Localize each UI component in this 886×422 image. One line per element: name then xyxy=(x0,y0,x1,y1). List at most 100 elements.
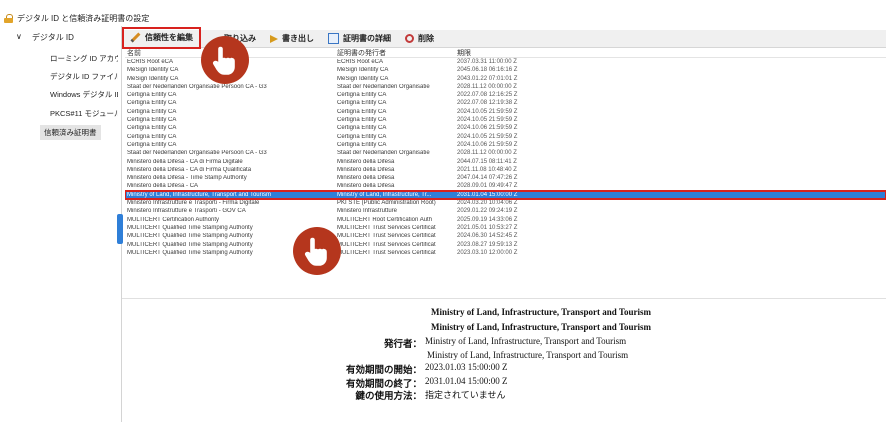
sidebar-item-windows-digital-id[interactable]: Windows デジタル ID xyxy=(50,89,118,100)
cell-issuer: MULTICERT Trust Services Certificat xyxy=(337,249,436,256)
edit-trust-button[interactable]: 信頼性を編集 xyxy=(122,26,201,49)
table-row[interactable]: Certigna Entity CA Certigna Entity CA 2024… xyxy=(125,124,886,132)
table-row[interactable]: Certigna Entity CA Certigna Entity CA 2022… xyxy=(125,91,886,99)
column-header-expiry[interactable]: 期限 xyxy=(455,48,575,57)
cell-name: MULTICERT Certification Authority xyxy=(127,216,220,223)
cell-name: Ministero della Difesa - CA xyxy=(127,183,199,190)
table-row[interactable]: MULTICERT Qualified Time Stamping Author… xyxy=(125,224,886,232)
window-title-bar: デジタル ID と信頼済み証明書の設定 xyxy=(4,10,884,26)
cell-expiry: 2047.04.14 07:47:26 Z xyxy=(457,175,518,182)
certificate-details-label: 証明書の詳細 xyxy=(343,34,391,43)
detail-valid-to: 2031.01.04 15:00:00 Z xyxy=(425,376,508,386)
cell-issuer: MULTICERT Root Certification Auth xyxy=(337,216,433,223)
table-row[interactable]: MULTICERT Certification Authority MULTICE… xyxy=(125,216,886,224)
table-row[interactable]: Ministero della Difesa - Time Stamp Auth… xyxy=(125,174,886,182)
table-row[interactable]: Certigna Entity CA Certigna Entity CA 2024… xyxy=(125,141,886,149)
chevron-down-icon[interactable]: ∨ xyxy=(16,32,22,43)
table-row[interactable]: Ministero della Difesa - CA di Firma Dig… xyxy=(125,158,886,166)
certificate-detail-pane: Ministry of Land, Infrastructure, Transp… xyxy=(122,298,886,422)
cell-issuer: Ministero della Difesa xyxy=(337,183,395,190)
export-button[interactable]: 書き出し xyxy=(263,30,321,48)
cell-expiry: 2024.10.05 21:59:59 Z xyxy=(457,108,518,115)
cell-expiry: 2022.07.08 12:19:38 Z xyxy=(457,100,518,107)
pointer-hand-icon xyxy=(293,227,341,275)
delete-label: 削除 xyxy=(418,34,434,43)
table-body: ECRIS Root eCA ECRIS Root eCA 2037.03.31 1… xyxy=(125,58,886,257)
cell-issuer: PKI STE (Public Administration Root) xyxy=(337,200,436,207)
cell-expiry: 2021.11.08 10:48:40 Z xyxy=(457,166,517,173)
cell-expiry: 2022.07.08 12:16:25 Z xyxy=(457,92,518,99)
sidebar-item-digital-id[interactable]: ∨ デジタル ID xyxy=(16,32,74,43)
sidebar-item-trusted-certificates[interactable]: 信頼済み証明書 xyxy=(40,125,101,140)
cell-issuer: MULTICERT Trust Services Certificat xyxy=(337,224,436,231)
cell-issuer: Ministero Infrastrutture xyxy=(337,208,398,215)
cell-name: Ministero della Difesa - CA di Firma Dig… xyxy=(127,158,243,165)
sidebar-item-pkcs11[interactable]: PKCS#11 モジュールおよ xyxy=(50,108,118,119)
cell-issuer: Certigna Entity CA xyxy=(337,100,387,107)
table-row[interactable]: Certigna Entity CA Certigna Entity CA 2022… xyxy=(125,99,886,107)
cell-expiry: 2024.10.05 21:59:59 Z xyxy=(457,117,518,124)
cell-name: Ministry of Land, Infrastructure, Transp… xyxy=(127,191,271,198)
cell-issuer: Ministero della Difesa xyxy=(337,175,395,182)
cell-expiry: 2024.10.05 21:59:59 Z xyxy=(457,133,518,140)
sidebar: ∨ デジタル ID ローミング ID アカウン デジタル ID ファイル Win… xyxy=(0,26,122,422)
cell-expiry: 2028.11.12 00:00:00 Z xyxy=(457,83,517,90)
cell-expiry: 2028.09.01 09:49:47 Z xyxy=(457,183,518,190)
cell-issuer: Staat der Nederlanden Organisatie xyxy=(337,83,430,90)
detail-issuer-line1: Ministry of Land, Infrastructure, Transp… xyxy=(425,336,627,346)
cell-issuer: ECRIS Root eCA xyxy=(337,59,384,65)
table-row[interactable]: Certigna Entity CA Certigna Entity CA 2024… xyxy=(125,133,886,141)
edit-trust-label: 信頼性を編集 xyxy=(145,33,193,42)
table-row[interactable]: Ministero della Difesa - CA Ministero del… xyxy=(125,182,886,190)
detail-name-line1: Ministry of Land, Infrastructure, Transp… xyxy=(431,307,652,317)
cell-issuer: Ministero della Difesa xyxy=(337,166,395,173)
cell-expiry: 2031.01.04 15:00:00 Z xyxy=(457,191,518,198)
table-row[interactable]: Ministero della Difesa - CA di Firma Qua… xyxy=(125,166,886,174)
cell-issuer: Staat der Nederlanden Organisatie xyxy=(337,150,430,157)
table-row[interactable]: Staat der Nederlanden Organisatie Persoo… xyxy=(125,149,886,157)
delete-icon xyxy=(405,34,414,43)
table-row[interactable]: Ministry of Land, Infrastructure, Transp… xyxy=(125,189,886,201)
cell-expiry: 2023.08.27 19:59:13 Z xyxy=(457,241,518,248)
detail-valid-from: 2023.01.03 15:00:00 Z xyxy=(425,362,508,372)
table-row[interactable]: Certigna Entity CA Certigna Entity CA 2024… xyxy=(125,108,886,116)
column-header-issuer[interactable]: 証明書の発行者 xyxy=(335,48,455,57)
table-row[interactable]: MULTICERT Qualified Time Stamping Author… xyxy=(125,249,886,257)
sidebar-item-label: デジタル ID xyxy=(31,33,74,42)
cell-issuer: Ministry of Land, Infrastructure, Tr... xyxy=(337,191,432,198)
lock-icon xyxy=(4,13,13,23)
cell-expiry: 2024.06.30 14:52:45 Z xyxy=(457,233,518,240)
cell-issuer: MeSign Identity CA xyxy=(337,75,389,82)
cell-name: Staat der Nederlanden Organisatie Persoo… xyxy=(127,83,267,90)
detail-issuer-line2: Ministry of Land, Infrastructure, Transp… xyxy=(427,350,629,360)
cell-issuer: Certigna Entity CA xyxy=(337,108,387,115)
cell-issuer: MULTICERT Trust Services Certificat xyxy=(337,241,436,248)
cell-issuer: Certigna Entity CA xyxy=(337,133,387,140)
cell-expiry: 2045.06.18 06:16:16 Z xyxy=(457,67,518,74)
cell-name: Ministero della Difesa - Time Stamp Auth… xyxy=(127,175,247,182)
cell-expiry: 2037.03.31 11:00:00 Z xyxy=(457,59,517,65)
delete-button[interactable]: 削除 xyxy=(398,30,441,48)
cell-expiry: 2028.11.12 00:00:00 Z xyxy=(457,150,517,157)
sidebar-item-digital-id-file[interactable]: デジタル ID ファイル xyxy=(50,71,118,82)
cell-expiry: 2021.05.01 10:53:27 Z xyxy=(457,224,518,231)
table-row[interactable]: Ministero Infrastrutture e Trasporti - F… xyxy=(125,199,886,207)
table-row[interactable]: Staat der Nederlanden Organisatie Persoo… xyxy=(125,83,886,91)
detail-key-usage: 指定されていません xyxy=(425,390,506,400)
table-row[interactable]: Ministero Infrastrutture e Trasporti - G… xyxy=(125,207,886,215)
table-row[interactable]: MULTICERT Qualified Time Stamping Author… xyxy=(125,232,886,240)
cell-issuer: Certigna Entity CA xyxy=(337,117,387,124)
cell-expiry: 2023.03.10 12:00:00 Z xyxy=(457,249,518,256)
cell-name: Certigna Entity CA xyxy=(127,133,177,140)
certificate-details-button[interactable]: 証明書の詳細 xyxy=(321,30,398,48)
cell-name: Certigna Entity CA xyxy=(127,125,177,132)
detail-issuer-label: 発行者： xyxy=(383,340,422,350)
cell-name: Certigna Entity CA xyxy=(127,141,177,148)
cell-expiry: 2024.10.06 21:59:59 Z xyxy=(457,141,518,148)
table-row[interactable]: MULTICERT Qualified Time Stamping Author… xyxy=(125,241,886,249)
pencil-icon xyxy=(130,32,141,43)
sidebar-item-roaming-id[interactable]: ローミング ID アカウン xyxy=(50,53,118,64)
splitter-handle[interactable] xyxy=(117,214,123,244)
cell-name: Ministero della Difesa - CA di Firma Qua… xyxy=(127,166,252,173)
table-row[interactable]: Certigna Entity CA Certigna Entity CA 2024… xyxy=(125,116,886,124)
